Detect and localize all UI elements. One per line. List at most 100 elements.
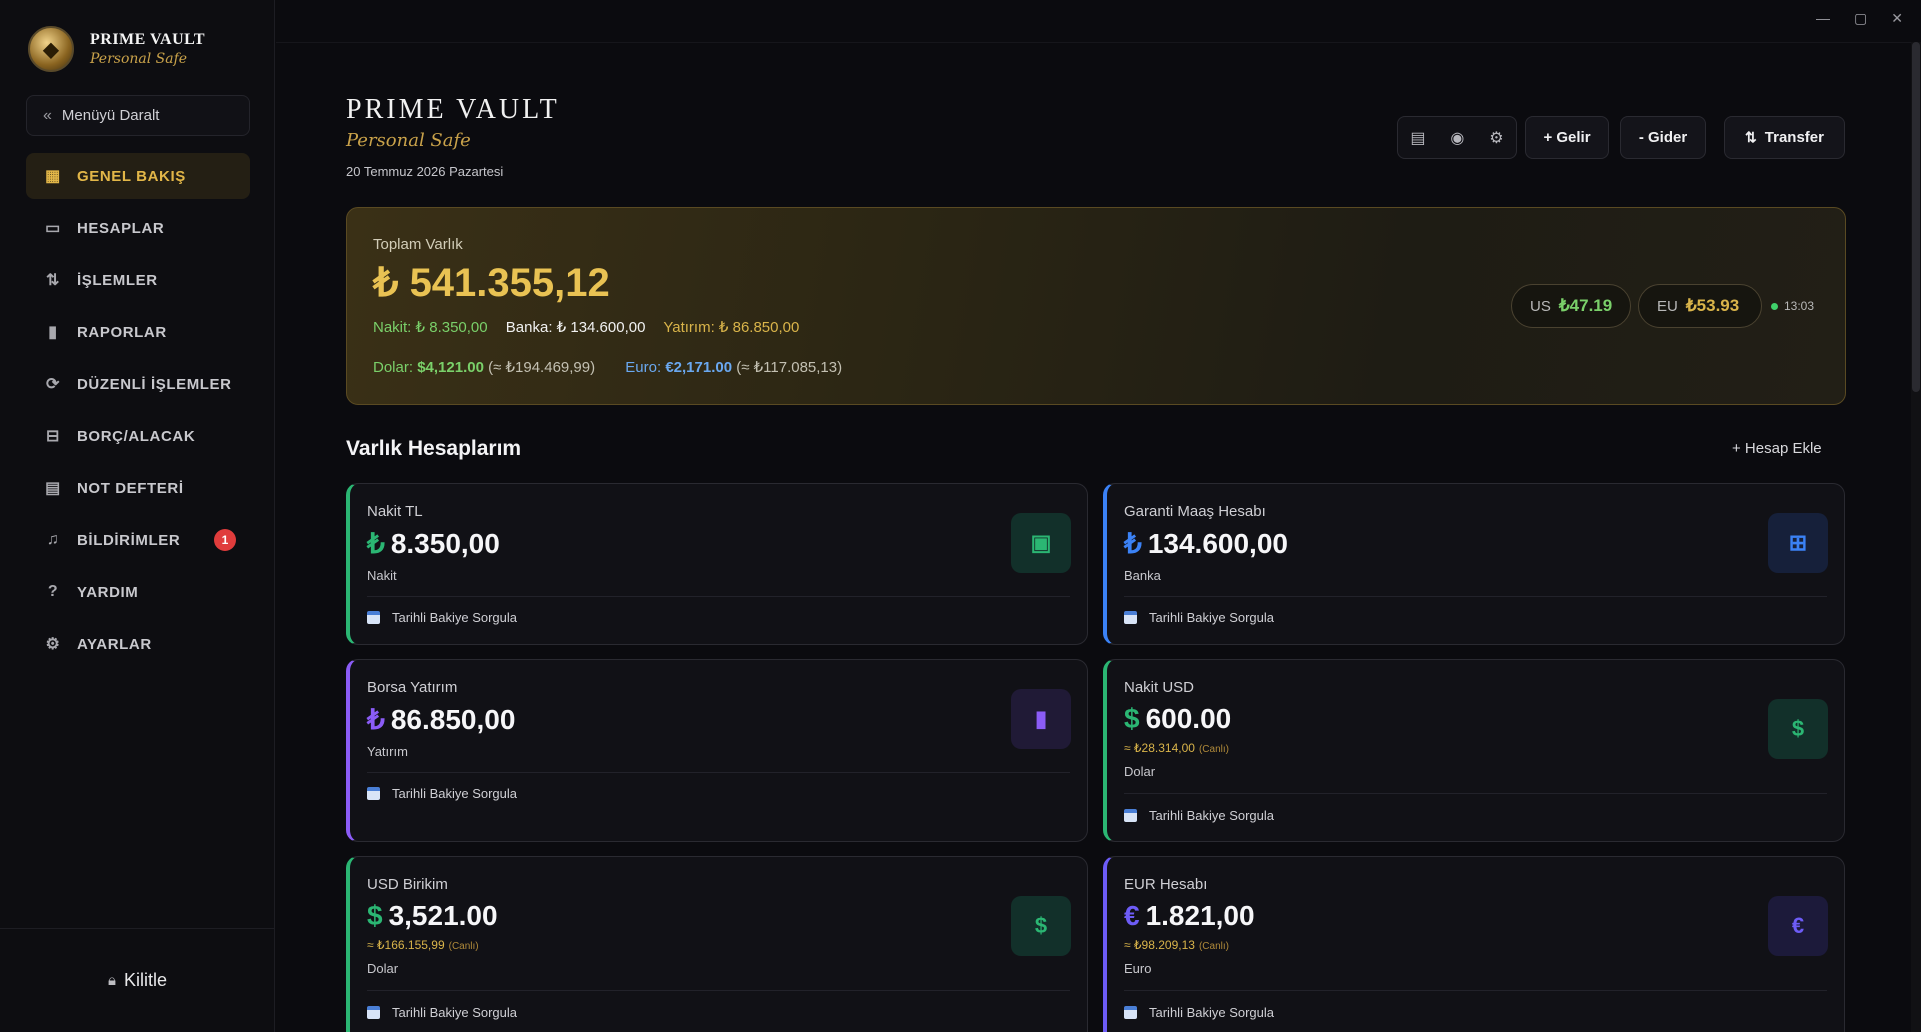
currency-symbol: $ bbox=[1124, 703, 1140, 734]
bar-chart-icon: ▮ bbox=[1011, 689, 1071, 749]
sidebar-item-label: RAPORLAR bbox=[77, 323, 167, 341]
try-equivalent-value: ≈ ₺166.155,99 bbox=[367, 938, 445, 952]
sidebar-item-label: GENEL BAKIŞ bbox=[77, 167, 186, 185]
historical-balance-link[interactable]: Tarihli Bakiye Sorgula bbox=[367, 610, 517, 625]
sidebar-item-yardim[interactable]: ? YARDIM bbox=[26, 569, 250, 615]
total-assets-label: Toplam Varlık bbox=[373, 236, 463, 253]
lock-icon: 🔒︎ bbox=[108, 972, 116, 989]
current-date: 20 Temmuz 2026 Pazartesi bbox=[346, 164, 504, 179]
sidebar-item-not-defteri[interactable]: ▤ NOT DEFTERİ bbox=[26, 465, 250, 511]
transfer-button[interactable]: ⇅ Transfer bbox=[1724, 116, 1845, 159]
historical-balance-link[interactable]: Tarihli Bakiye Sorgula bbox=[367, 1005, 517, 1020]
gear-icon[interactable]: ⚙ bbox=[1489, 128, 1503, 148]
sidebar-item-hesaplar[interactable]: ▭ HESAPLAR bbox=[26, 205, 250, 251]
account-card[interactable]: Garanti Maaş Hesabı ₺ 134.600,00 Banka Ta… bbox=[1103, 483, 1845, 645]
collapse-menu-button[interactable]: « Menüyü Daralt bbox=[26, 95, 250, 136]
usd-rate-pill: US ₺47.19 bbox=[1511, 284, 1631, 328]
eur-try-equivalent: (≈ ₺117.085,13) bbox=[736, 359, 843, 376]
add-expense-label: - Gider bbox=[1638, 129, 1688, 146]
account-type: Banka bbox=[1124, 568, 1161, 583]
historical-balance-link[interactable]: Tarihli Bakiye Sorgula bbox=[1124, 1005, 1274, 1020]
collapse-menu-label: Menüyü Daralt bbox=[61, 107, 160, 124]
account-balance: ₺ 134.600,00 bbox=[1124, 527, 1288, 560]
rate-time-label: 13:03 bbox=[1784, 299, 1815, 313]
add-account-button[interactable]: + Hesap Ekle bbox=[1732, 440, 1822, 457]
sidebar-nav: ▦ GENEL BAKIŞ ▭ HESAPLAR ⇅ İŞLEMLER ▮ RA… bbox=[26, 153, 250, 673]
card-divider bbox=[1124, 990, 1827, 991]
balance-value: 86.850,00 bbox=[390, 704, 516, 735]
historical-balance-link[interactable]: Tarihli Bakiye Sorgula bbox=[367, 786, 517, 801]
sidebar-item-raporlar[interactable]: ▮ RAPORLAR bbox=[26, 309, 250, 355]
euro-icon: € bbox=[1768, 896, 1828, 956]
lock-button[interactable]: 🔒︎ Kilitle bbox=[0, 928, 275, 1032]
account-balance: ₺ 86.850,00 bbox=[367, 703, 515, 736]
total-assets-value: ₺ 541.355,12 bbox=[373, 261, 610, 305]
transfer-arrows-icon: ⇅ bbox=[1745, 129, 1757, 145]
historical-balance-label: Tarihli Bakiye Sorgula bbox=[392, 1005, 518, 1020]
calculator-icon[interactable]: ▤ bbox=[1410, 128, 1425, 148]
account-balance: $3,521.00 bbox=[367, 900, 498, 932]
usd-prefix: Dolar: bbox=[373, 359, 414, 376]
try-equivalent-value: ≈ ₺28.314,00 bbox=[1124, 741, 1195, 755]
currency-symbol: $ bbox=[367, 900, 383, 931]
historical-balance-label: Tarihli Bakiye Sorgula bbox=[392, 786, 518, 801]
try-equivalent: ≈ ₺28.314,00 (Canlı) bbox=[1124, 741, 1229, 755]
refresh-icon: ⟳ bbox=[45, 376, 60, 393]
arrows-updown-icon: ⇅ bbox=[45, 272, 60, 289]
calendar-icon bbox=[367, 1006, 380, 1019]
cash-total: Nakit: ₺ 8.350,00 bbox=[373, 319, 488, 336]
account-type: Euro bbox=[1124, 961, 1152, 976]
sidebar-item-bildirimler[interactable]: ♫ BİLDİRİMLER 1 bbox=[26, 517, 250, 563]
account-type: Dolar bbox=[1124, 764, 1156, 779]
account-card[interactable]: EUR Hesabı €1.821,00 ≈ ₺98.209,13 (Canlı)… bbox=[1103, 856, 1845, 1032]
bank-layout-icon: ⊞ bbox=[1768, 513, 1828, 573]
investment-total: Yatırım: ₺ 86.850,00 bbox=[663, 319, 800, 336]
add-expense-button[interactable]: - Gider bbox=[1620, 116, 1706, 159]
sidebar-item-duzenli-islemler[interactable]: ⟳ DÜZENLİ İŞLEMLER bbox=[26, 361, 250, 407]
eye-icon[interactable]: ◉ bbox=[1450, 128, 1464, 148]
historical-balance-link[interactable]: Tarihli Bakiye Sorgula bbox=[1124, 610, 1274, 625]
sidebar-item-genel-bakis[interactable]: ▦ GENEL BAKIŞ bbox=[26, 153, 250, 199]
live-note: (Canlı) bbox=[448, 941, 479, 952]
balance-value: 1.821,00 bbox=[1145, 900, 1255, 931]
eur-prefix: Euro: bbox=[625, 359, 662, 376]
eur-rate-value: ₺53.93 bbox=[1685, 296, 1740, 315]
balance-value: 600.00 bbox=[1145, 703, 1232, 734]
account-name: Borsa Yatırım bbox=[367, 679, 458, 696]
card-divider bbox=[1124, 793, 1827, 794]
account-card[interactable]: USD Birikim $3,521.00 ≈ ₺166.155,99 (Canl… bbox=[346, 856, 1088, 1032]
account-card[interactable]: Borsa Yatırım ₺ 86.850,00 Yatırım Tarihli… bbox=[346, 659, 1088, 842]
historical-balance-link[interactable]: Tarihli Bakiye Sorgula bbox=[1124, 808, 1274, 823]
eur-total: €2,171.00 bbox=[665, 359, 733, 376]
usd-try-equivalent: (≈ ₺194.469,99) bbox=[488, 359, 596, 376]
account-balance: $600.00 bbox=[1124, 703, 1231, 735]
bell-icon: ♫ bbox=[46, 531, 60, 548]
debt-icon: ⊟ bbox=[45, 428, 60, 445]
add-income-button[interactable]: + Gelir bbox=[1525, 116, 1609, 159]
toolbar-icon-group: ▤ ◉ ⚙ bbox=[1397, 116, 1517, 159]
account-card[interactable]: Nakit USD $600.00 ≈ ₺28.314,00 (Canlı) Do… bbox=[1103, 659, 1845, 842]
sidebar-item-borc-alacak[interactable]: ⊟ BORÇ/ALACAK bbox=[26, 413, 250, 459]
sidebar-item-label: BİLDİRİMLER bbox=[77, 531, 181, 549]
sidebar-item-label: YARDIM bbox=[77, 583, 139, 601]
dollar-icon: $ bbox=[1011, 896, 1071, 956]
app-window: ◆ PRIME VAULT Personal Safe « Menüyü Dar… bbox=[0, 0, 1921, 1032]
account-name: Nakit USD bbox=[1124, 679, 1195, 696]
title-bar-divider bbox=[276, 42, 1921, 43]
card-divider bbox=[1124, 596, 1827, 597]
account-card[interactable]: Nakit TL ₺ 8.350,00 Nakit Tarihli Bakiye … bbox=[346, 483, 1088, 645]
sidebar-item-islemler[interactable]: ⇅ İŞLEMLER bbox=[26, 257, 250, 303]
calendar-icon bbox=[367, 611, 380, 624]
historical-balance-label: Tarihli Bakiye Sorgula bbox=[392, 610, 518, 625]
currency-symbol: ₺ bbox=[367, 528, 385, 559]
historical-balance-label: Tarihli Bakiye Sorgula bbox=[1149, 1005, 1275, 1020]
balance-value: 3,521.00 bbox=[388, 900, 498, 931]
scrollbar-thumb[interactable] bbox=[1912, 42, 1920, 392]
cash-icon: ▣ bbox=[1011, 513, 1071, 573]
sidebar-item-label: HESAPLAR bbox=[77, 219, 165, 237]
sidebar-item-ayarlar[interactable]: ⚙ AYARLAR bbox=[26, 621, 250, 667]
account-type: Dolar bbox=[367, 961, 399, 976]
dollar-icon: $ bbox=[1768, 699, 1828, 759]
page-title: PRIME VAULT bbox=[346, 94, 560, 125]
calendar-icon bbox=[367, 787, 380, 800]
